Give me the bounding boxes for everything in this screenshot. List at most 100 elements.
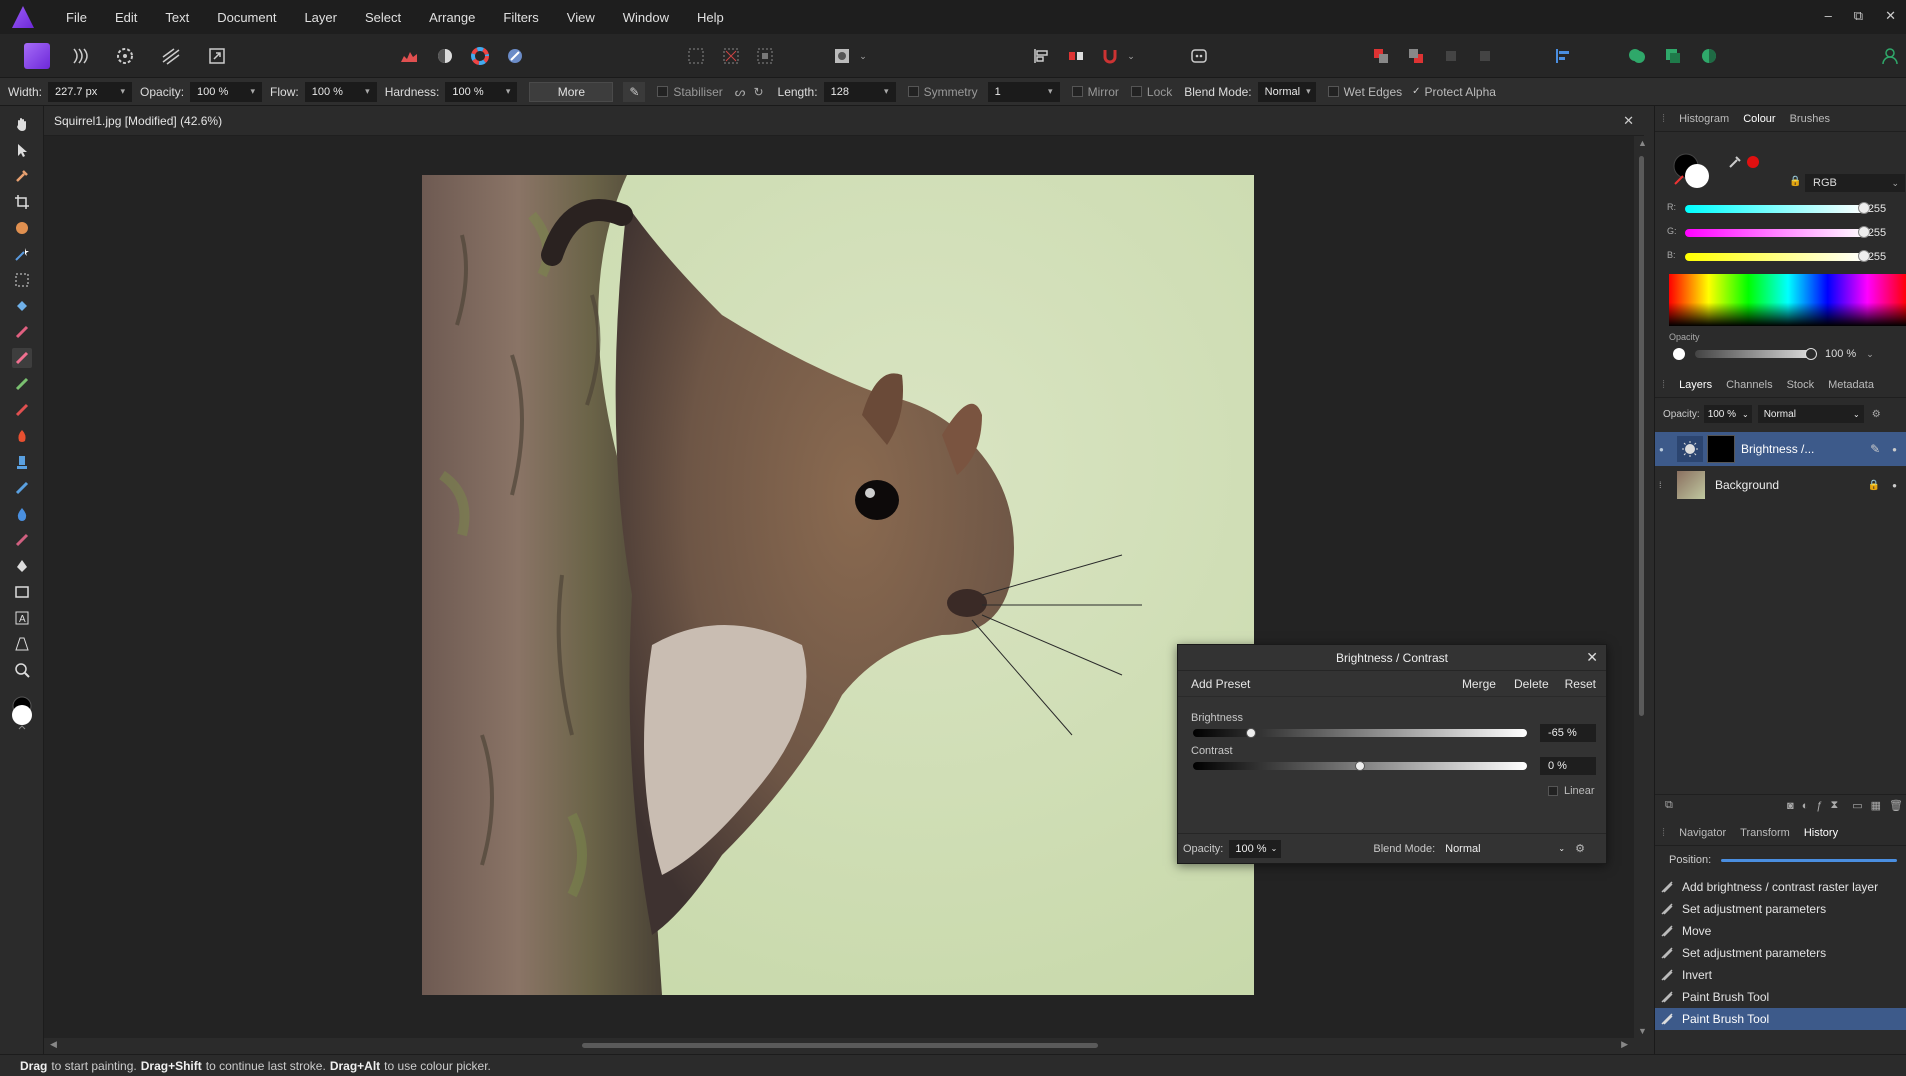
tab-transform[interactable]: Transform (1733, 827, 1797, 839)
contrast-slider-knob[interactable] (1355, 761, 1365, 771)
layer-row-brightness[interactable]: ● Brightness /... ✎ ● (1655, 432, 1906, 466)
photo-persona-icon[interactable] (24, 43, 50, 69)
document-tab[interactable]: Squirrel1.jpg [Modified] (42.6%) ✕ (44, 106, 1644, 136)
scroll-left-icon[interactable]: ◀ (50, 1039, 57, 1050)
squirrel-photo[interactable] (422, 175, 1254, 995)
paint-brush-tool-icon[interactable] (12, 322, 32, 342)
selection-marquee-icon[interactable] (683, 43, 709, 69)
quick-mask-icon[interactable] (829, 43, 855, 69)
add-adjustment-icon[interactable]: ◐ (1802, 800, 1809, 812)
dialog-blend-select[interactable]: Normal ⌄ (1441, 840, 1569, 858)
stabiliser-checkbox[interactable] (657, 86, 669, 97)
picked-colour-swatch[interactable] (1747, 156, 1759, 168)
lock-icon[interactable]: 🔒 (1789, 176, 1801, 187)
r-value[interactable]: 255 (1860, 200, 1894, 218)
rope-mode-icon[interactable]: ᔕ (735, 85, 746, 99)
flow-field[interactable]: 100 % ▾ (304, 81, 377, 102)
history-item-selected[interactable]: Paint Brush Tool (1655, 1008, 1906, 1030)
horizontal-scroll-thumb[interactable] (582, 1043, 1098, 1048)
layer-visibility-dot-icon[interactable]: ● (1892, 445, 1897, 454)
contrast-field[interactable]: 0 % (1540, 757, 1596, 775)
contrast-slider[interactable] (1193, 761, 1527, 771)
boolean-intersect-icon[interactable] (1696, 43, 1722, 69)
export-persona-icon[interactable] (204, 43, 230, 69)
tab-stock[interactable]: Stock (1780, 379, 1822, 391)
scroll-down-icon[interactable]: ▼ (1638, 1026, 1647, 1036)
horizontal-scrollbar[interactable]: ◀ ▶ (44, 1038, 1634, 1052)
auto-contrast-icon[interactable] (432, 43, 458, 69)
delete-button[interactable]: Delete (1514, 677, 1549, 691)
layer-options-icon[interactable]: ⧉ (1665, 799, 1673, 812)
menu-edit[interactable]: Edit (101, 10, 151, 25)
history-position-slider[interactable] (1721, 858, 1898, 862)
burn-brush-icon[interactable] (12, 426, 32, 446)
perspective-tool-icon[interactable] (12, 634, 32, 654)
edit-brush-icon[interactable]: ✎ (1870, 442, 1880, 456)
menu-text[interactable]: Text (151, 10, 203, 25)
protect-alpha-checkbox[interactable]: ✓ (1412, 86, 1420, 97)
text-tool-icon[interactable]: A (12, 608, 32, 628)
move-to-front-icon[interactable] (1438, 43, 1464, 69)
wet-edges-checkbox[interactable] (1327, 86, 1339, 97)
add-mask-icon[interactable]: ◙ (1787, 800, 1794, 812)
window-mode-icon[interactable]: ↻ (753, 85, 763, 99)
menu-layer[interactable]: Layer (290, 10, 351, 25)
lock-checkbox[interactable] (1130, 86, 1142, 97)
crop-tool-icon[interactable] (12, 192, 32, 212)
mesh-warp-icon[interactable] (12, 530, 32, 550)
layer-visibility-toggle-icon[interactable]: ● (1659, 445, 1671, 454)
menu-arrange[interactable]: Arrange (415, 10, 489, 25)
menu-file[interactable]: File (52, 10, 101, 25)
layer-visibility-toggle-icon[interactable]: ⁞ (1659, 480, 1671, 490)
align-icon[interactable] (1028, 43, 1054, 69)
smudge-brush-icon[interactable] (12, 452, 32, 472)
scroll-right-icon[interactable]: ▶ (1621, 1039, 1628, 1050)
tone-mapping-persona-icon[interactable] (158, 43, 184, 69)
background-thumbnail[interactable] (1677, 471, 1705, 499)
tab-navigator[interactable]: Navigator (1672, 827, 1733, 839)
menu-document[interactable]: Document (203, 10, 290, 25)
layer-blend-select[interactable]: Normal ⌄ (1757, 405, 1864, 423)
dialog-opacity-field[interactable]: 100 % ⌄ (1229, 839, 1282, 858)
add-pixel-layer-icon[interactable]: ▦ (1871, 799, 1881, 812)
view-tool-icon[interactable] (12, 114, 32, 134)
restore-button[interactable]: ⧉ (1854, 8, 1863, 24)
eyedropper-icon[interactable] (1727, 154, 1743, 170)
dialog-close-icon[interactable]: ✕ (1586, 649, 1598, 666)
colour-opacity-knob[interactable] (1805, 348, 1817, 360)
quick-mask-dropdown-icon[interactable]: ⌄ (856, 43, 870, 69)
g-value[interactable]: 255 (1860, 224, 1894, 242)
assistant-icon[interactable] (1186, 43, 1212, 69)
pen-tool-icon[interactable] (12, 556, 32, 576)
history-item[interactable]: Invert (1655, 964, 1906, 986)
history-item[interactable]: Set adjustment parameters (1655, 942, 1906, 964)
colour-spectrum[interactable] (1669, 274, 1906, 326)
white-balance-icon[interactable] (502, 43, 528, 69)
layer-opacity-field[interactable]: 100 % ⌄ (1703, 405, 1752, 423)
layer-settings-gear-icon[interactable]: ⚙ (1872, 409, 1881, 420)
more-button[interactable]: More (529, 81, 614, 102)
close-window-button[interactable]: ✕ (1885, 8, 1896, 24)
panel-grip-icon[interactable]: ⁞ (1655, 379, 1672, 391)
length-field[interactable]: 128 ▾ (823, 81, 896, 102)
erase-brush-icon[interactable] (12, 400, 32, 420)
layer-mask-thumbnail[interactable] (1707, 435, 1735, 463)
g-slider[interactable] (1685, 229, 1865, 237)
tab-brushes[interactable]: Brushes (1783, 113, 1837, 125)
account-icon[interactable] (1877, 43, 1903, 69)
add-group-icon[interactable]: ▭ (1852, 799, 1862, 812)
symmetry-checkbox[interactable] (907, 86, 919, 97)
b-value[interactable]: 255 (1860, 248, 1894, 266)
history-item[interactable]: Set adjustment parameters (1655, 898, 1906, 920)
menu-help[interactable]: Help (683, 10, 738, 25)
hardness-field[interactable]: 100 % ▾ (445, 81, 518, 102)
brightness-slider[interactable] (1193, 728, 1527, 738)
mirror-checkbox[interactable] (1071, 86, 1083, 97)
move-forward-icon[interactable] (1403, 43, 1429, 69)
r-slider[interactable] (1685, 205, 1865, 213)
brightness-field[interactable]: -65 % (1540, 724, 1596, 742)
layer-name[interactable]: Background (1715, 478, 1779, 492)
clone-brush-icon[interactable] (12, 374, 32, 394)
minimize-button[interactable]: – (1825, 8, 1832, 24)
close-document-icon[interactable]: ✕ (1623, 113, 1634, 129)
